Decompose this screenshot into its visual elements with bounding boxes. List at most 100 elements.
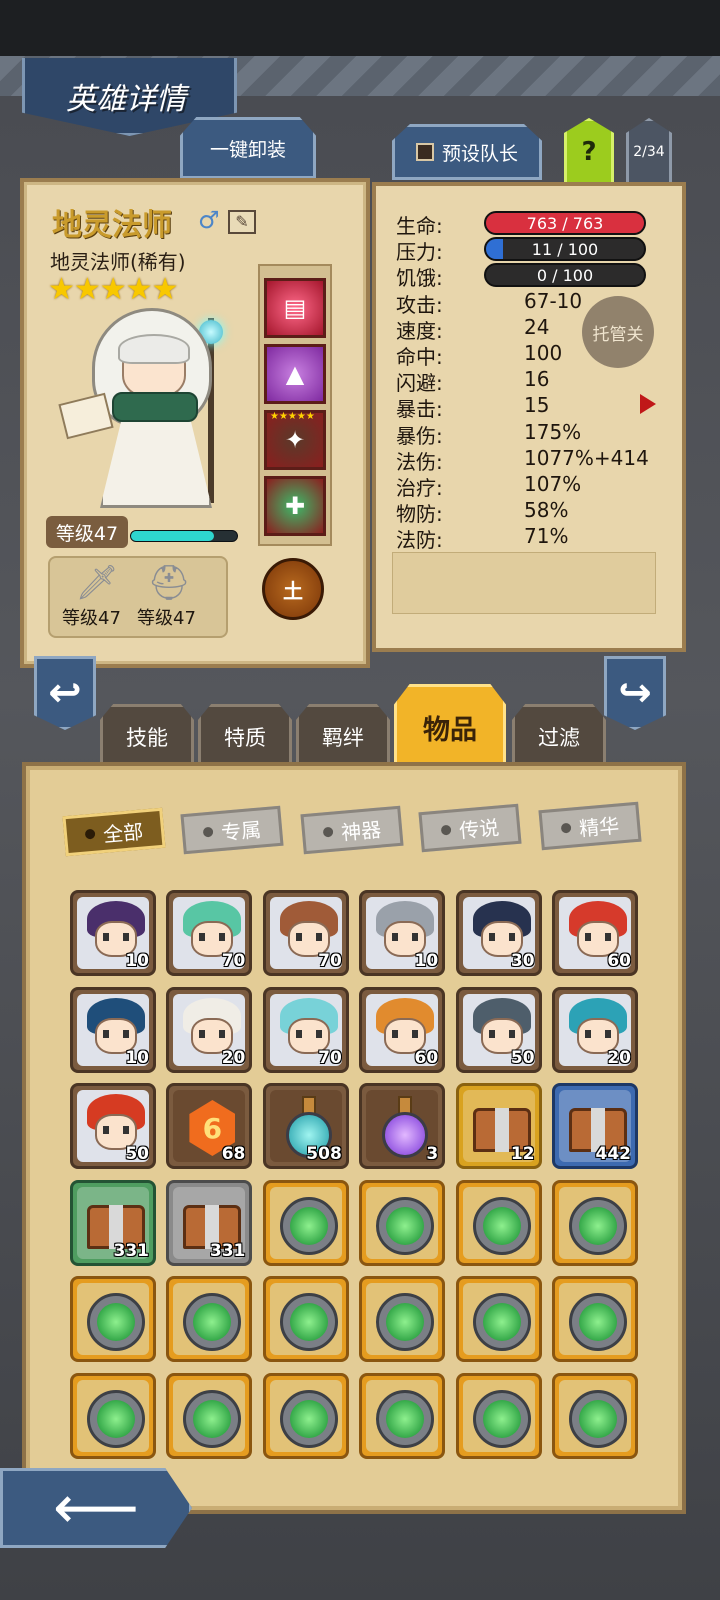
inventory-slot[interactable] — [166, 1276, 253, 1362]
inventory-slot[interactable] — [455, 1372, 542, 1459]
inventory-slot[interactable]: 70 — [262, 890, 349, 976]
inventory-slot[interactable] — [359, 1372, 446, 1459]
hair-shape — [118, 334, 190, 364]
stat-name: 法伤: — [396, 449, 443, 474]
tab-filter[interactable]: 过滤 — [512, 704, 606, 770]
inventory-slot[interactable]: 60 — [552, 890, 638, 976]
stat-name: 速度: — [396, 318, 443, 343]
stat-row: 治疗: 107% — [396, 472, 676, 500]
inventory-slot[interactable] — [455, 1179, 542, 1266]
inventory-slot[interactable]: 50 — [70, 1083, 156, 1169]
inventory-slot[interactable]: 10 — [70, 986, 156, 1073]
item-count: 10 — [125, 951, 149, 971]
inventory-slot[interactable] — [262, 1179, 349, 1266]
hero-avatar-eyes — [488, 1029, 515, 1038]
helmet-icon[interactable]: ⛑ — [146, 560, 192, 606]
filter-label: 传说 — [458, 815, 501, 843]
hunger-bar-text: 0 / 100 — [536, 265, 594, 285]
inventory-slot[interactable]: 10 — [70, 890, 156, 976]
male-symbol-icon: ♂ — [198, 206, 220, 234]
inventory-slot[interactable] — [262, 1372, 349, 1459]
green-gem-icon — [289, 1399, 328, 1438]
inventory-slot[interactable] — [70, 1372, 156, 1459]
unequip-all-button[interactable]: 一键卸装 — [180, 117, 316, 179]
hero-avatar-eyes — [488, 933, 515, 941]
inventory-slot[interactable] — [359, 1276, 446, 1362]
inventory-slot[interactable] — [455, 1276, 542, 1362]
green-gem-icon — [579, 1206, 617, 1245]
preset-captain-button[interactable]: 预设队长 — [392, 124, 542, 180]
hero-avatar-eyes — [199, 1029, 226, 1038]
stat-value: 107% — [524, 472, 582, 496]
green-gem-icon — [482, 1399, 521, 1438]
equipment-slot-hat[interactable]: ▲ — [264, 344, 326, 404]
stat-name: 生命: — [396, 214, 443, 238]
inventory-slot[interactable]: 30 — [455, 890, 542, 976]
inventory-slot[interactable] — [552, 1179, 638, 1266]
stat-value: 100 — [524, 341, 563, 365]
stress-bar-text: 11 / 100 — [531, 239, 599, 259]
inventory-slot[interactable]: 331 — [166, 1179, 253, 1266]
green-gem-icon — [97, 1399, 135, 1438]
item-count: 10 — [125, 1047, 149, 1068]
tab-traits[interactable]: 特质 — [198, 704, 292, 770]
return-left-icon[interactable]: ↩ — [34, 656, 96, 730]
inventory-slot[interactable]: 20 — [552, 986, 638, 1073]
auto-manage-toggle[interactable]: 托管关 — [582, 296, 654, 368]
stat-name: 治疗: — [396, 476, 443, 500]
hero-avatar-eyes — [199, 933, 226, 941]
inventory-slot[interactable]: 10 — [359, 890, 446, 976]
inventory-slot[interactable]: 12 — [455, 1083, 542, 1169]
inventory-slot[interactable] — [359, 1179, 446, 1266]
tab-items[interactable]: 物品 — [394, 684, 506, 770]
inventory-slot[interactable] — [70, 1276, 156, 1362]
stat-value: 1077%+414 — [524, 445, 649, 470]
inventory-slot[interactable]: 70 — [166, 890, 253, 976]
weapon-level: 等级47 — [62, 608, 121, 629]
return-right-icon[interactable]: ↪ — [604, 656, 666, 730]
inventory-slot[interactable]: 50 — [455, 986, 542, 1073]
hero-avatar-eyes — [103, 1029, 129, 1038]
inventory-slot[interactable] — [166, 1372, 253, 1459]
inventory-slot[interactable] — [552, 1276, 638, 1362]
inventory-slot[interactable]: 3 — [359, 1083, 446, 1169]
equipment-slot-ring[interactable]: ✚ — [264, 476, 326, 536]
preset-captain-checkbox[interactable] — [415, 143, 434, 161]
green-gem-icon — [289, 1303, 328, 1341]
stat-row: 法防: 71% — [396, 524, 676, 552]
hero-level-label: 等级47 — [46, 516, 128, 548]
filter-label: 专属 — [220, 817, 263, 845]
inventory-slot[interactable]: 70 — [262, 986, 349, 1073]
earth-element-badge[interactable]: 土 — [262, 558, 324, 620]
back-arrow-icon[interactable]: ⟵ — [0, 1468, 192, 1548]
stat-row: 闪避: 16 — [396, 367, 676, 395]
stat-name: 攻击: — [396, 292, 443, 317]
expand-arrow-icon[interactable] — [640, 394, 656, 414]
hero-avatar-eyes — [103, 1126, 129, 1134]
xp-bar-fill — [131, 531, 214, 541]
stat-name: 压力: — [396, 240, 443, 265]
inventory-slot[interactable]: 60 — [359, 986, 446, 1073]
stat-value: 71% — [524, 524, 569, 549]
item-count: 442 — [595, 1144, 632, 1164]
inventory-slot[interactable] — [262, 1276, 349, 1362]
inventory-slot[interactable]: 442 — [552, 1083, 638, 1169]
filter-label: 神器 — [340, 817, 383, 845]
tab-skills[interactable]: 技能 — [100, 704, 194, 770]
inventory-slot[interactable]: 20 — [166, 986, 253, 1073]
inventory-slot[interactable]: 331 — [70, 1179, 156, 1266]
stat-value: 67-10 — [524, 288, 583, 313]
hunger-bar: 0 / 100 — [484, 263, 646, 287]
stress-bar-fill — [486, 239, 504, 259]
stat-value: 58% — [524, 498, 569, 523]
equipment-slot-tome[interactable]: ▤ — [264, 278, 326, 338]
inventory-slot[interactable]: 6 68 — [166, 1083, 253, 1169]
tab-bonds[interactable]: 羁绊 — [296, 704, 390, 770]
sword-icon[interactable]: 🗡 — [74, 560, 120, 606]
stat-value: 16 — [524, 367, 550, 392]
inventory-slot[interactable] — [552, 1372, 638, 1459]
inventory-slot[interactable]: 508 — [262, 1083, 349, 1169]
green-gem-icon — [579, 1303, 617, 1341]
edit-name-icon[interactable]: ✎ — [228, 210, 256, 234]
item-count: 331 — [113, 1240, 150, 1261]
